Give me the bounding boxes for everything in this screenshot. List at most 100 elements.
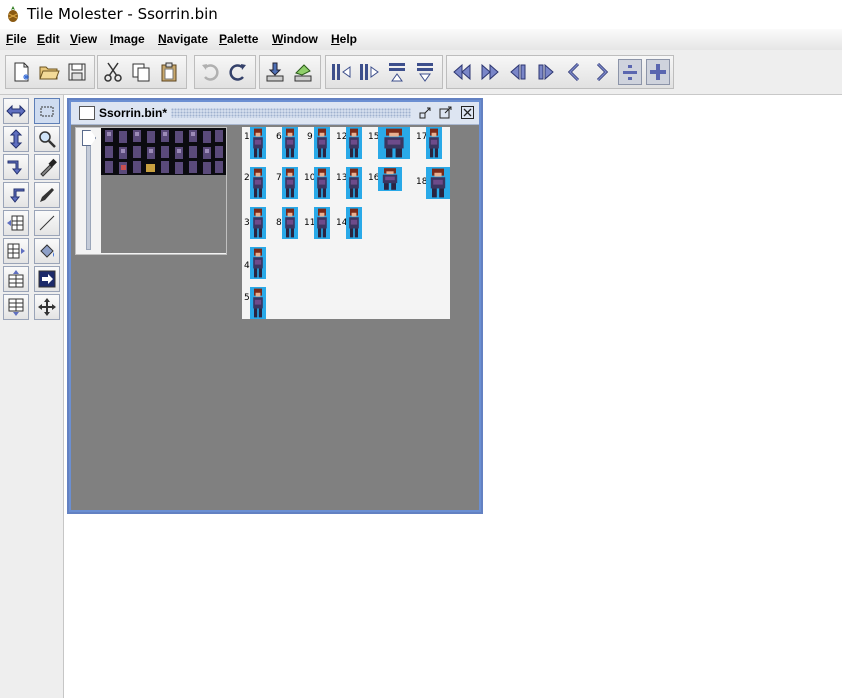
sprite-tile[interactable]	[426, 167, 450, 199]
pineapple-icon	[8, 6, 18, 22]
shift-columns-left-icon[interactable]	[329, 59, 353, 85]
shift-horizontal-icon[interactable]	[3, 210, 29, 236]
title-grip	[171, 108, 411, 118]
menu-palette[interactable]: Palette	[219, 32, 258, 46]
sprite-tile[interactable]	[250, 287, 266, 319]
sprite-tile[interactable]	[282, 207, 298, 239]
character-sprite	[253, 128, 263, 158]
shift-rows-up-icon[interactable]	[385, 59, 409, 85]
overview-panel	[75, 127, 227, 255]
move-icon[interactable]	[34, 294, 60, 320]
document-title-bar[interactable]: Ssorrin.bin*	[71, 102, 479, 125]
sprite-tile[interactable]	[314, 207, 330, 239]
row-back-icon[interactable]	[506, 59, 530, 85]
title-bar: Tile Molester - Ssorrin.bin	[0, 0, 842, 29]
rotate-right-icon[interactable]	[3, 154, 29, 180]
decrease-columns-icon[interactable]	[618, 59, 642, 85]
character-sprite	[253, 248, 263, 278]
character-sprite	[253, 168, 263, 198]
cut-icon[interactable]	[101, 59, 125, 85]
sprite-tile[interactable]	[314, 127, 330, 159]
zoom-icon[interactable]	[34, 126, 60, 152]
undo-icon[interactable]	[198, 59, 222, 85]
character-sprite	[317, 128, 327, 158]
menu-bar: File Edit View Image Navigate Palette Wi…	[0, 29, 842, 50]
sprite-tile[interactable]	[250, 127, 266, 159]
flood-fill-icon[interactable]	[34, 238, 60, 264]
open-folder-icon[interactable]	[37, 59, 61, 85]
edit-toolbar-group	[97, 55, 187, 89]
row-forward-icon[interactable]	[534, 59, 558, 85]
menu-window[interactable]: Window	[272, 32, 318, 46]
tile-number: 4	[244, 261, 250, 271]
sprite-tile[interactable]	[378, 127, 410, 159]
zoom-slider[interactable]	[82, 130, 96, 250]
sprite-tile-grid[interactable]: 1 2 3 4 5 6 7 8 9 10 11 12 13 14 15 16 1…	[242, 127, 450, 319]
character-sprite	[429, 128, 439, 158]
shift-rows-down-icon[interactable]	[413, 59, 437, 85]
copy-icon[interactable]	[129, 59, 153, 85]
tile-number: 8	[276, 218, 282, 228]
character-sprite	[349, 208, 359, 238]
tile-number: 7	[276, 173, 282, 183]
rotate-left-icon[interactable]	[3, 182, 29, 208]
sprite-tile[interactable]	[250, 167, 266, 199]
new-file-icon[interactable]	[9, 59, 33, 85]
shift-toolbar-group	[325, 55, 443, 89]
shift-left-icon[interactable]	[3, 238, 29, 264]
pencil-icon[interactable]	[34, 182, 60, 208]
navigate-toolbar-group	[446, 55, 674, 89]
sprite-tile[interactable]	[378, 167, 402, 191]
mirror-vertical-icon[interactable]	[3, 126, 29, 152]
menu-navigate[interactable]: Navigate	[158, 32, 208, 46]
tile-number: 6	[276, 132, 282, 142]
menu-image[interactable]: Image	[110, 32, 145, 46]
sprite-tile[interactable]	[346, 207, 362, 239]
increase-columns-icon[interactable]	[646, 59, 670, 85]
file-toolbar-group	[5, 55, 95, 89]
sprite-tile[interactable]	[346, 127, 362, 159]
character-sprite	[253, 208, 263, 238]
sprite-tile[interactable]	[346, 167, 362, 199]
document-window[interactable]: Ssorrin.bin* 1 2 3 4 5 6 7 8 9 10 11 12 …	[67, 98, 483, 514]
sprite-tile[interactable]	[426, 127, 442, 159]
menu-file[interactable]: File	[6, 32, 27, 46]
selection-icon[interactable]	[34, 98, 60, 124]
tool-palette	[0, 95, 64, 698]
redo-icon[interactable]	[226, 59, 250, 85]
byte-back-icon[interactable]	[562, 59, 586, 85]
shift-columns-right-icon[interactable]	[357, 59, 381, 85]
shift-down-icon[interactable]	[3, 294, 29, 320]
sprite-tile[interactable]	[250, 247, 266, 279]
history-toolbar-group	[194, 55, 256, 89]
sprite-tile[interactable]	[282, 167, 298, 199]
menu-help[interactable]: Help	[331, 32, 357, 46]
character-sprite	[317, 168, 327, 198]
close-icon[interactable]	[461, 106, 474, 119]
slider-thumb[interactable]	[82, 130, 96, 146]
jump-page-back-icon[interactable]	[450, 59, 474, 85]
sprite-tile[interactable]	[314, 167, 330, 199]
mirror-horizontal-icon[interactable]	[3, 98, 29, 124]
byte-forward-icon[interactable]	[590, 59, 614, 85]
paste-icon[interactable]	[157, 59, 181, 85]
slider-track	[86, 144, 91, 250]
tile-number: 3	[244, 218, 250, 228]
import-icon[interactable]	[263, 59, 287, 85]
minimize-icon[interactable]	[419, 106, 432, 119]
jump-page-forward-icon[interactable]	[478, 59, 502, 85]
main-toolbar	[0, 50, 842, 95]
tile-number: 9	[307, 132, 313, 142]
line-icon[interactable]	[34, 210, 60, 236]
shift-up-icon[interactable]	[3, 266, 29, 292]
replace-color-icon[interactable]	[34, 266, 60, 292]
sprite-tile[interactable]	[282, 127, 298, 159]
export-icon[interactable]	[291, 59, 315, 85]
sprite-tile[interactable]	[250, 207, 266, 239]
pick-color-icon[interactable]	[34, 154, 60, 180]
menu-edit[interactable]: Edit	[37, 32, 60, 46]
maximize-icon[interactable]	[439, 106, 452, 119]
menu-view[interactable]: View	[70, 32, 97, 46]
save-icon[interactable]	[65, 59, 89, 85]
document-canvas[interactable]: 1 2 3 4 5 6 7 8 9 10 11 12 13 14 15 16 1…	[71, 125, 479, 510]
